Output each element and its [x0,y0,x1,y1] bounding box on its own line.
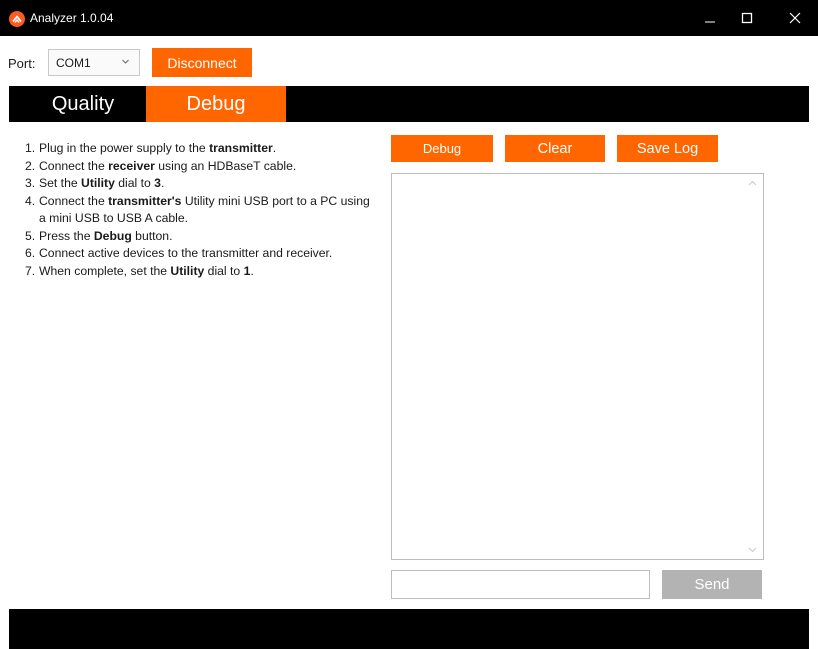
instructions-panel: 1. Plug in the power supply to the transm… [25,140,375,280]
port-select[interactable]: COM1 [48,49,140,76]
minimize-icon [705,21,715,23]
title-bar: Analyzer 1.0.04 [0,0,818,36]
instruction-text: . [250,263,254,278]
instruction-emphasis: receiver [108,158,155,173]
send-input[interactable] [391,570,650,599]
chevron-down-icon [122,59,129,64]
debug-button[interactable]: Debug [391,135,493,162]
instruction-step: 4. Connect the transmitter's Utility mini… [25,193,375,228]
instruction-emphasis: 3 [154,176,161,190]
instruction-text: Press the [39,228,94,243]
analyzer-logo-icon [9,11,25,27]
instruction-text: dial to [204,263,244,278]
instruction-emphasis: Utility [81,176,115,190]
instruction-step-number: 6. [25,246,36,260]
port-label: Port: [8,56,36,71]
instruction-text: . [160,176,165,190]
tab-bar: Quality Debug [9,86,809,122]
scroll-down-icon[interactable] [748,547,757,553]
port-select-value: COM1 [56,56,91,70]
instruction-text: button. [131,228,173,243]
close-button[interactable] [772,0,818,36]
instruction-text: Connect the [39,193,109,208]
instruction-text: Set the [39,176,82,190]
debug-log-textarea[interactable] [391,173,764,560]
scroll-up-icon[interactable] [748,180,757,186]
instruction-text: Plug in the power supply to the [39,141,210,155]
disconnect-button[interactable]: Disconnect [152,48,252,77]
status-bar [9,609,809,649]
instruction-step-number: 4. [25,193,36,208]
instruction-step-number: 5. [25,228,36,243]
instruction-emphasis: transmitter's [108,193,182,208]
instruction-text: Connect the [39,158,109,173]
maximize-icon [741,12,753,24]
tab-debug[interactable]: Debug [146,86,286,122]
instruction-step-number: 1. [25,141,36,155]
instruction-step-number: 2. [25,158,36,173]
window-title: Analyzer 1.0.04 [30,11,114,25]
instruction-step: 6. Connect active devices to the transmit… [25,245,375,263]
instruction-text: When complete, set the [39,263,171,278]
instruction-step: 3. Set the Utility dial to 3. [25,175,375,193]
instruction-step: 1. Plug in the power supply to the transm… [25,140,375,158]
instruction-text: . [272,141,277,155]
instruction-step: 2. Connect the receiver using an HDBaseT … [25,158,375,176]
clear-button[interactable]: Clear [505,135,605,162]
instruction-text: dial to [114,176,155,190]
instructions-list: 1. Plug in the power supply to the transm… [25,140,375,280]
instruction-step: 7. When complete, set the Utility dial to… [25,263,375,281]
instruction-emphasis: transmitter [209,141,273,155]
save-log-button[interactable]: Save Log [617,135,718,162]
tab-quality[interactable]: Quality [19,86,147,122]
instruction-step-number: 7. [25,263,36,278]
close-icon [789,12,801,24]
instruction-emphasis: Utility [170,263,205,278]
instruction-step-number: 3. [25,176,36,190]
send-button[interactable]: Send [662,570,762,599]
instruction-text: Connect active devices to the transmitte… [39,246,333,260]
maximize-button[interactable] [724,0,770,36]
instruction-text: using an HDBaseT cable. [154,158,297,173]
instruction-emphasis: Debug [93,228,132,243]
instruction-step: 5. Press the Debug button. [25,228,375,246]
